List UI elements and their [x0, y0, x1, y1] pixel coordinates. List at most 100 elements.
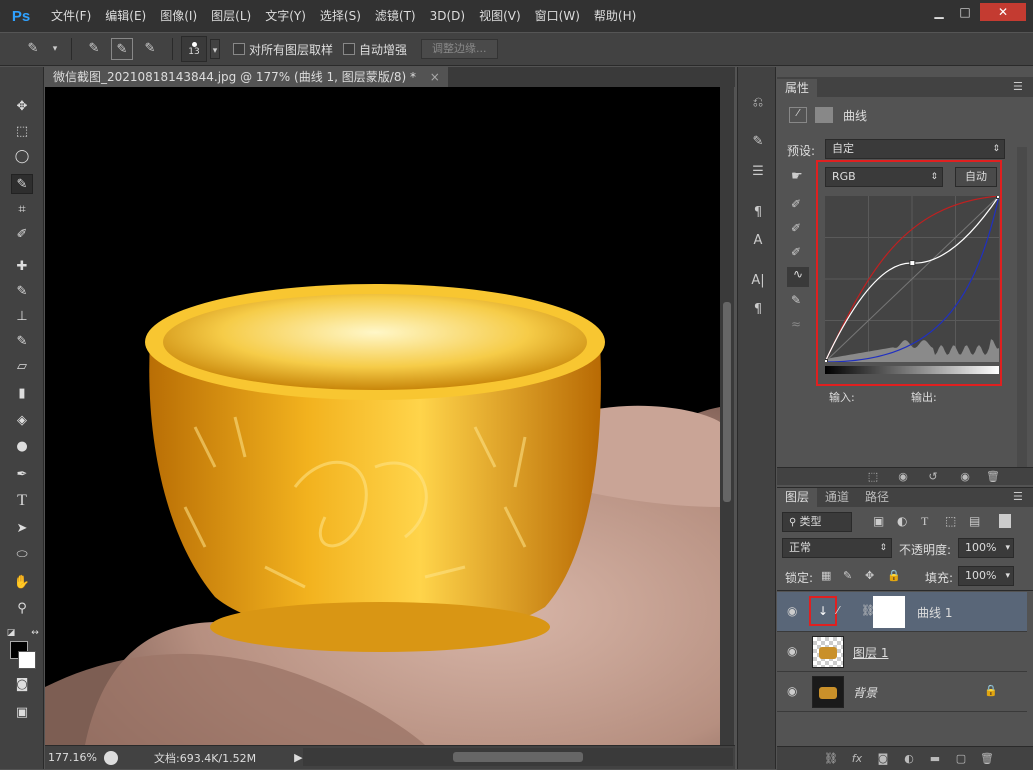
layer-name[interactable]: 图层 1	[853, 644, 888, 661]
menu-item[interactable]: 窗口(W)	[528, 0, 587, 32]
menu-item[interactable]: 编辑(E)	[98, 0, 153, 32]
canvas-horizontal-scrollbar[interactable]	[303, 748, 733, 766]
view-previous-icon[interactable]: ◉	[893, 468, 913, 486]
opacity-input[interactable]: 100% ▾	[958, 538, 1014, 558]
layer-row-curves[interactable]: ◉ ↓ ⁄ ⛓ 曲线 1	[777, 592, 1027, 632]
layer-thumbnail[interactable]	[812, 636, 844, 668]
zoom-level[interactable]: 177.16%	[48, 751, 98, 764]
quick-selection-icon[interactable]: ✎	[22, 38, 44, 60]
delete-adjustment-icon[interactable]: 🗑	[983, 468, 1003, 486]
blur-tool-icon[interactable]: ◈	[11, 411, 33, 431]
visibility-eye-icon[interactable]: ◉	[787, 644, 797, 658]
quick-selection-tool-icon[interactable]: ✎	[11, 174, 33, 194]
swap-colors-icon[interactable]: ↔	[30, 623, 40, 643]
new-group-icon[interactable]: ▬	[925, 750, 945, 768]
canvas-vertical-scrollbar[interactable]	[720, 87, 734, 745]
document-tab[interactable]: 微信截图_20210818143844.jpg @ 177% (曲线 1, 图层…	[45, 67, 448, 87]
quick-mask-icon[interactable]: ◙	[11, 675, 33, 695]
brush-panel-icon[interactable]: ✎	[747, 131, 769, 153]
horizontal-scroll-thumb[interactable]	[453, 752, 583, 762]
pixel-filter-icon[interactable]: ▣	[873, 514, 884, 528]
crop-tool-icon[interactable]: ⌗	[11, 200, 33, 220]
sample-all-layers-checkbox[interactable]	[233, 43, 245, 55]
properties-tab[interactable]: 属性	[777, 79, 818, 97]
new-selection-icon[interactable]: ✎	[83, 38, 105, 60]
clip-to-layer-icon[interactable]: ⬚	[863, 468, 883, 486]
tool-preset-dropdown-icon[interactable]: ▾	[50, 38, 60, 60]
close-button[interactable]: ✕	[980, 3, 1026, 21]
status-menu-arrow-icon[interactable]: ▶	[294, 751, 302, 764]
layer-thumbnail[interactable]	[812, 676, 844, 708]
lock-transparency-icon[interactable]: ▦	[821, 569, 831, 582]
menu-item[interactable]: 图像(I)	[153, 0, 204, 32]
brush-picker[interactable]: 13	[181, 36, 207, 62]
mask-icon[interactable]	[815, 107, 833, 123]
layer-name[interactable]: 背景	[853, 684, 877, 701]
menu-item[interactable]: 滤镜(T)	[368, 0, 423, 32]
menu-item[interactable]: 视图(V)	[472, 0, 528, 32]
layers-tab[interactable]: 通道	[817, 488, 857, 507]
lock-pixels-icon[interactable]: ✎	[843, 569, 852, 582]
adjustments-panel-icon[interactable]: ☰	[747, 161, 769, 183]
layer-row-layer1[interactable]: ◉ 图层 1	[777, 632, 1027, 672]
menu-item[interactable]: 文字(Y)	[258, 0, 313, 32]
status-info-icon[interactable]	[104, 750, 118, 765]
refine-edge-button[interactable]: 调整边缘...	[421, 39, 498, 59]
gray-point-eyedropper-icon[interactable]: ✐	[791, 221, 801, 235]
menu-item[interactable]: 3D(D)	[423, 0, 472, 32]
background-color[interactable]	[18, 651, 36, 669]
on-image-adjust-icon[interactable]: ☛	[791, 169, 803, 184]
character-panel-icon[interactable]: A|	[747, 270, 769, 292]
brush-tool-icon[interactable]: ✎	[11, 282, 33, 302]
paragraph-styles-icon[interactable]: A	[747, 230, 769, 252]
dodge-tool-icon[interactable]: ●	[11, 437, 33, 457]
new-layer-icon[interactable]: ▢	[951, 750, 971, 768]
minimize-button[interactable]: ▁	[926, 3, 952, 21]
layers-tab[interactable]: 图层	[777, 488, 818, 507]
white-point-eyedropper-icon[interactable]: ✐	[791, 245, 801, 259]
document-tab-close-icon[interactable]: ×	[430, 70, 440, 84]
marquee-tool-icon[interactable]: ⬚	[11, 122, 33, 142]
brush-dropdown-icon[interactable]: ▾	[210, 39, 220, 59]
visibility-eye-icon[interactable]: ◉	[787, 684, 797, 698]
visibility-icon[interactable]: ◉	[955, 468, 975, 486]
layer-style-icon[interactable]: fx	[847, 750, 867, 768]
gradient-tool-icon[interactable]: ▮	[11, 384, 33, 404]
type-filter-icon[interactable]: T	[921, 514, 928, 529]
filter-toggle[interactable]	[999, 514, 1011, 528]
layers-panel-menu-icon[interactable]: ☰	[1013, 490, 1023, 503]
zoom-tool-icon[interactable]: ⚲	[11, 599, 33, 619]
delete-layer-icon[interactable]: 🗑	[977, 750, 997, 768]
layer-filter-select[interactable]: ⚲ 类型	[782, 512, 852, 532]
smooth-curve-icon[interactable]: ≈	[791, 317, 801, 331]
pen-tool-icon[interactable]: ✒	[11, 465, 33, 485]
black-point-eyedropper-icon[interactable]: ✐	[791, 197, 801, 211]
type-tool-icon[interactable]: T	[11, 491, 33, 511]
visibility-eye-icon[interactable]: ◉	[787, 604, 797, 618]
menu-item[interactable]: 选择(S)	[313, 0, 368, 32]
lasso-tool-icon[interactable]: ◯	[11, 147, 33, 167]
lock-all-icon[interactable]: 🔒	[887, 569, 901, 582]
reset-icon[interactable]: ↺	[923, 468, 943, 486]
panel-menu-icon[interactable]: ☰	[1013, 80, 1023, 93]
add-selection-icon[interactable]: ✎	[111, 38, 133, 60]
shape-tool-icon[interactable]: ⬭	[11, 545, 33, 565]
lock-position-icon[interactable]: ✥	[865, 569, 874, 582]
screen-mode-icon[interactable]: ▣	[11, 703, 33, 723]
fill-input[interactable]: 100% ▾	[958, 566, 1014, 586]
blend-mode-select[interactable]: 正常 ⇕	[782, 538, 892, 558]
eraser-tool-icon[interactable]: ▱	[11, 357, 33, 377]
smart-object-filter-icon[interactable]: ▤	[969, 514, 980, 528]
layers-tab[interactable]: 路径	[857, 488, 897, 507]
pencil-draw-icon[interactable]: ✎	[791, 293, 801, 307]
paragraph-panel-icon[interactable]: ¶	[747, 299, 769, 321]
path-selection-tool-icon[interactable]: ➤	[11, 519, 33, 539]
menu-item[interactable]: 图层(L)	[204, 0, 258, 32]
new-adjustment-icon[interactable]: ◐	[899, 750, 919, 768]
default-colors-icon[interactable]: ◪	[6, 623, 16, 643]
document-canvas[interactable]	[45, 87, 720, 745]
history-panel-icon[interactable]: ⎌	[747, 92, 769, 114]
layer-row-background[interactable]: ◉ 背景 🔒	[777, 672, 1027, 712]
layer-name[interactable]: 曲线 1	[917, 604, 952, 621]
adjustment-filter-icon[interactable]: ◐	[897, 514, 907, 528]
